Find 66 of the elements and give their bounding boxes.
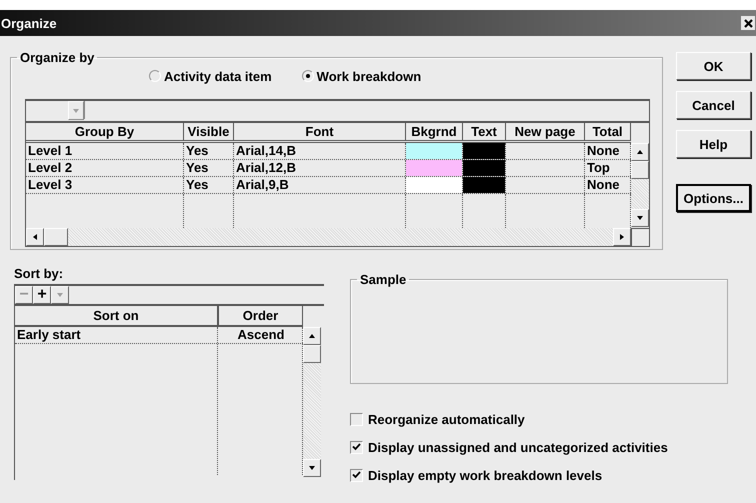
triangle-up-icon — [636, 149, 644, 155]
scroll-right-button[interactable] — [613, 228, 631, 246]
radio-label[interactable]: Activity data item — [164, 68, 272, 84]
radio-button[interactable] — [149, 70, 161, 82]
dialog-button[interactable]: OK — [676, 52, 751, 80]
column-header[interactable]: Sort on — [15, 306, 218, 325]
dialog-button[interactable]: Cancel — [676, 91, 751, 119]
checkbox-label[interactable]: Display unassigned and uncategorized activities — [368, 440, 668, 454]
close-button[interactable] — [741, 16, 755, 30]
group-label: Organize by — [19, 50, 96, 65]
triangle-down-icon — [308, 465, 316, 471]
triangle-up-icon — [308, 333, 316, 339]
section-label: Sort by: — [14, 266, 64, 283]
checkbox[interactable] — [350, 440, 363, 454]
vertical-scrollbar[interactable] — [631, 143, 649, 227]
table-cell: Yes — [184, 177, 234, 193]
column-header[interactable]: Font — [234, 123, 406, 140]
triangle-down-icon — [636, 215, 644, 221]
scroll-up-button[interactable] — [631, 143, 649, 161]
vertical-scrollbar[interactable] — [303, 327, 321, 477]
checkbox-label[interactable]: Display empty work breakdown levels — [368, 468, 602, 482]
table-cell: Level 3 — [26, 177, 184, 193]
dialog-button[interactable]: Help — [676, 130, 751, 158]
dropdown-button[interactable] — [51, 286, 69, 304]
window-title: Organize — [1, 16, 57, 30]
column-header[interactable]: Group By — [26, 123, 184, 140]
checkmark-icon — [352, 443, 361, 451]
scroll-thumb[interactable] — [303, 345, 321, 363]
scroll-up-button[interactable] — [303, 327, 321, 345]
scroll-down-button[interactable] — [631, 209, 649, 227]
radio-label[interactable]: Work breakdown — [316, 68, 422, 84]
scroll-down-button[interactable] — [303, 459, 321, 477]
column-header[interactable]: Order — [218, 306, 303, 325]
column-header[interactable]: Visible — [184, 123, 234, 140]
group-label: Sample — [359, 272, 408, 287]
color-swatch[interactable] — [463, 143, 505, 159]
column-header[interactable]: Total — [585, 123, 631, 140]
color-swatch[interactable] — [406, 143, 462, 159]
triangle-left-icon — [32, 233, 38, 241]
horizontal-scrollbar[interactable] — [26, 228, 631, 246]
checkbox[interactable] — [350, 412, 363, 426]
radio-button[interactable] — [302, 70, 314, 82]
column-header[interactable]: Text — [463, 123, 506, 140]
scroll-thumb[interactable] — [631, 161, 649, 179]
table-cell: Level 1 — [26, 143, 184, 159]
column-header[interactable]: New page — [506, 123, 585, 140]
checkmark-icon — [352, 471, 361, 479]
table-cell: Yes — [184, 143, 234, 159]
table-cell: Level 2 — [26, 160, 184, 176]
triangle-down-icon — [72, 108, 80, 114]
checkbox[interactable] — [350, 468, 363, 482]
checkbox-label[interactable]: Reorganize automatically — [368, 412, 525, 426]
color-swatch[interactable] — [463, 160, 505, 176]
color-swatch[interactable] — [406, 160, 462, 176]
triangle-down-icon — [56, 292, 64, 298]
color-swatch[interactable] — [463, 177, 505, 193]
close-icon — [744, 18, 752, 28]
color-swatch[interactable] — [406, 177, 462, 193]
column-header[interactable]: Bkgrnd — [406, 123, 463, 140]
toolbar-button[interactable]: + — [33, 286, 51, 304]
table-cell: Yes — [184, 160, 234, 176]
table-cell: Early start — [15, 327, 218, 343]
scroll-thumb[interactable] — [44, 228, 68, 246]
scroll-left-button[interactable] — [26, 228, 44, 246]
dialog-button[interactable]: Options... — [676, 184, 751, 212]
triangle-right-icon — [619, 233, 625, 241]
